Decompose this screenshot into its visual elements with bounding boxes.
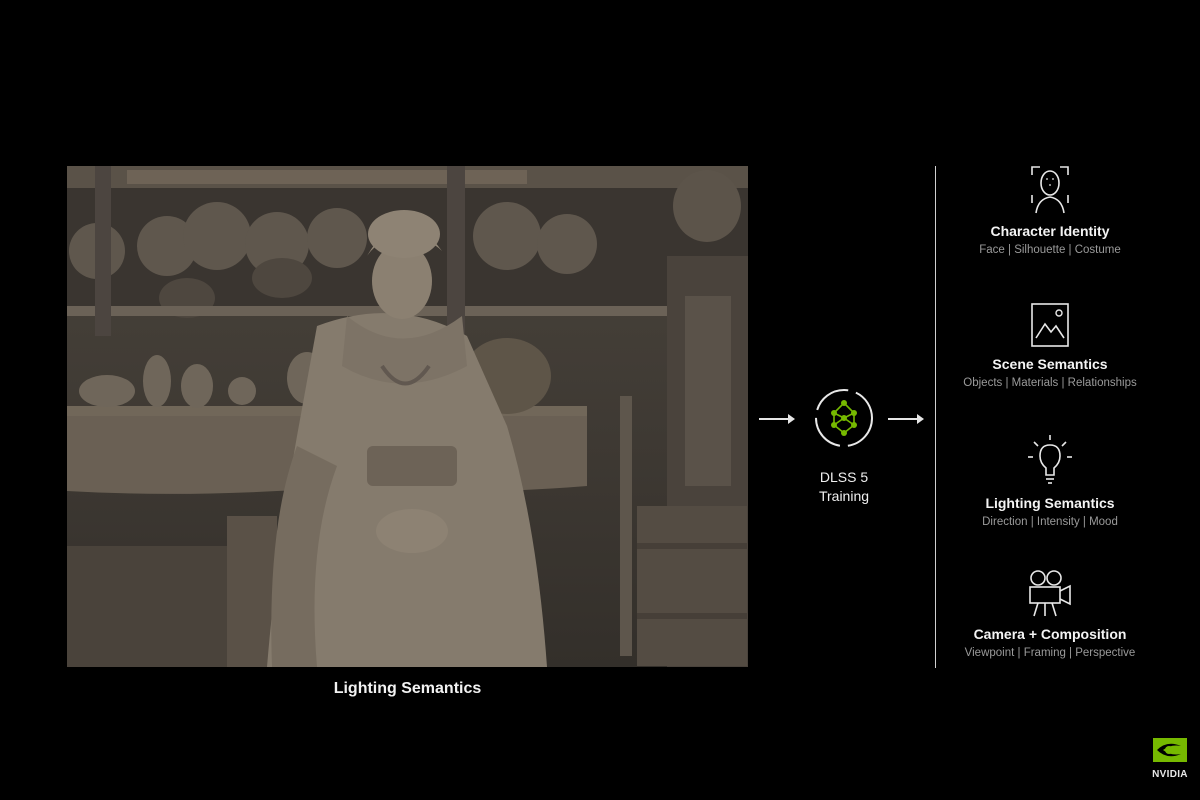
dlss-label-line1: DLSS 5 xyxy=(819,469,869,485)
semantic-title: Scene Semantics xyxy=(992,356,1108,372)
semantic-subtitle: Face | Silhouette | Costume xyxy=(979,244,1121,256)
arrow-to-dlss xyxy=(759,414,795,424)
semantic-subtitle: Objects | Materials | Relationships xyxy=(963,377,1137,389)
semantic-subtitle: Direction | Intensity | Mood xyxy=(982,516,1118,528)
vertical-divider xyxy=(935,166,936,668)
image-mountain-icon xyxy=(1031,303,1069,347)
face-scan-icon xyxy=(1031,166,1069,214)
nvidia-eye-icon xyxy=(1153,738,1187,762)
nvidia-logo: NVIDIA xyxy=(1148,738,1192,780)
semantic-subtitle: Viewpoint | Framing | Perspective xyxy=(964,647,1136,659)
dlss-label: DLSS 5 Training xyxy=(790,468,898,506)
dlss-label-line2: Training xyxy=(818,488,870,504)
lightbulb-icon xyxy=(1028,435,1072,484)
semantic-title: Camera + Composition xyxy=(973,626,1127,642)
semantic-title: Lighting Semantics xyxy=(985,495,1115,511)
scene-caption: Lighting Semantics xyxy=(333,680,482,697)
scene-render-image xyxy=(67,166,748,667)
semantic-item-camera-composition: Camera + Composition Viewpoint | Framing… xyxy=(940,568,1160,659)
semantic-item-character-identity: Character Identity Face | Silhouette | C… xyxy=(940,165,1160,256)
semantic-item-scene-semantics: Scene Semantics Objects | Materials | Re… xyxy=(940,302,1160,389)
arrow-to-semantics xyxy=(888,414,924,424)
scene-illustration xyxy=(67,166,748,667)
semantic-title: Character Identity xyxy=(990,223,1110,239)
neural-network-icon xyxy=(815,389,873,447)
semantic-item-lighting-semantics: Lighting Semantics Direction | Intensity… xyxy=(940,433,1160,528)
brand-wordmark: NVIDIA xyxy=(1152,769,1188,780)
film-camera-icon xyxy=(1029,570,1071,617)
